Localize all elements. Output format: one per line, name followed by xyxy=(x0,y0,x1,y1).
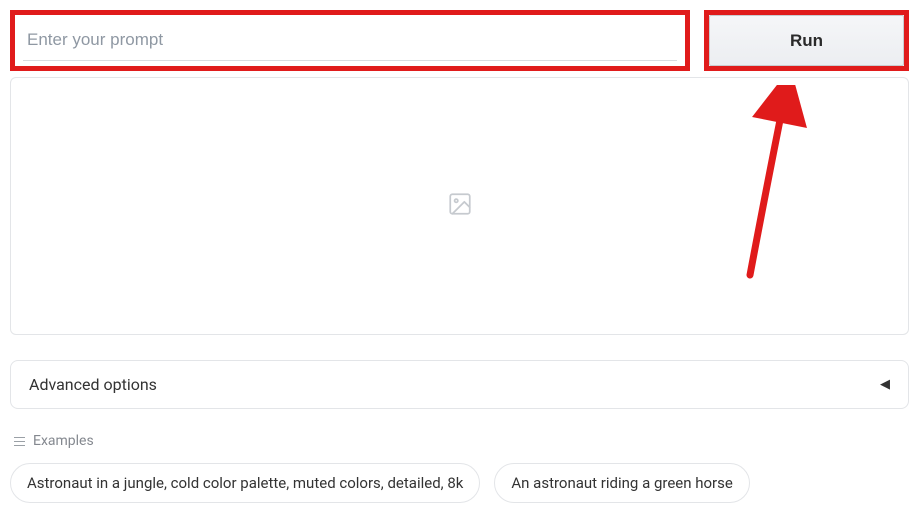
example-chip[interactable]: Astronaut in a jungle, cold color palett… xyxy=(10,463,480,503)
list-icon xyxy=(14,437,25,446)
prompt-input-highlight xyxy=(10,10,690,71)
example-chip[interactable]: An astronaut riding a green horse xyxy=(494,463,749,503)
output-panel xyxy=(10,77,909,335)
collapse-caret-icon: ◀ xyxy=(880,377,890,392)
top-row: Run xyxy=(10,10,909,71)
run-button[interactable]: Run xyxy=(709,15,904,66)
examples-header-label: Examples xyxy=(33,433,94,449)
examples-header: Examples xyxy=(10,433,909,449)
advanced-options-label: Advanced options xyxy=(29,375,157,394)
run-button-highlight: Run xyxy=(704,10,909,71)
image-placeholder-icon xyxy=(447,191,473,221)
prompt-input[interactable] xyxy=(23,20,677,61)
examples-row: Astronaut in a jungle, cold color palett… xyxy=(10,463,909,503)
advanced-options-toggle[interactable]: Advanced options ◀ xyxy=(10,360,909,409)
